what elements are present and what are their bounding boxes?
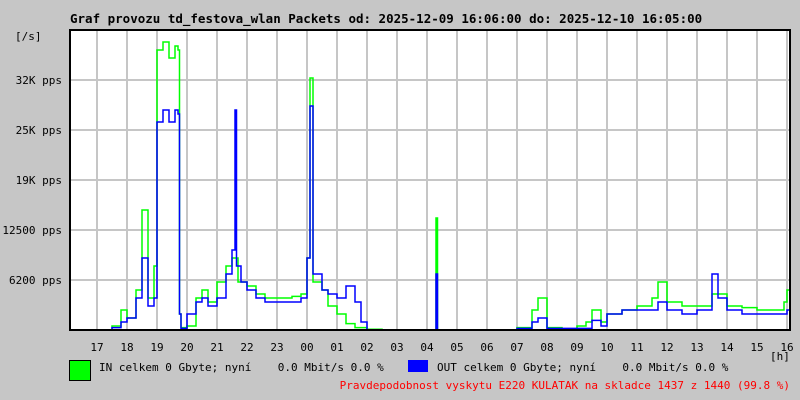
x-tick-label: 06 [480, 341, 493, 354]
x-tick-label: 02 [360, 341, 373, 354]
plot-area: 17 18 19 20 21 22 23 00 01 02 03 04 05 06 07 08 09 10 11 12… [2, 29, 794, 354]
x-tick-label: 10 [600, 341, 613, 354]
x-tick-label: 07 [510, 341, 523, 354]
x-tick-label: 12 [660, 341, 673, 354]
x-tick-label: 21 [210, 341, 223, 354]
x-tick-label: 19 [150, 341, 163, 354]
x-tick-label: 13 [690, 341, 703, 354]
x-tick-label: 11 [630, 341, 643, 354]
x-tick-label: 20 [180, 341, 193, 354]
x-tick-label: 18 [120, 341, 133, 354]
x-tick-label: 01 [330, 341, 343, 354]
y-tick-label: 6200 pps [9, 274, 62, 287]
legend-swatch-out [408, 360, 428, 372]
x-tick-label: 08 [540, 341, 553, 354]
x-tick-label: 23 [270, 341, 283, 354]
x-tick-label: 03 [390, 341, 403, 354]
x-tick-label: 04 [420, 341, 434, 354]
footer-note: Pravdepodobnost vyskytu E220 KULATAK na … [339, 379, 790, 392]
legend-in: IN celkem 0 Gbyte; nyní 0.0 Mbit/s 0.0 % [99, 361, 384, 374]
x-tick-label: 17 [90, 341, 103, 354]
y-tick-label: 19K pps [16, 174, 62, 187]
legend-swatch-in [69, 360, 91, 381]
traffic-graph: Graf provozu td_festova_wlan Packets od:… [0, 0, 800, 400]
x-tick-label: 09 [570, 341, 583, 354]
legend-out: OUT celkem 0 Gbyte; nyní 0.0 Mbit/s 0.0 … [437, 361, 729, 374]
x-axis-unit: [h] [770, 350, 790, 363]
x-tick-label: 05 [450, 341, 463, 354]
y-tick-label: 25K pps [16, 124, 62, 137]
x-tick-label: 15 [750, 341, 763, 354]
y-tick-label: 32K pps [16, 74, 62, 87]
y-tick-label: 12500 pps [2, 224, 62, 237]
x-tick-label: 00 [300, 341, 313, 354]
x-tick-label: 22 [240, 341, 253, 354]
x-tick-label: 14 [720, 341, 734, 354]
